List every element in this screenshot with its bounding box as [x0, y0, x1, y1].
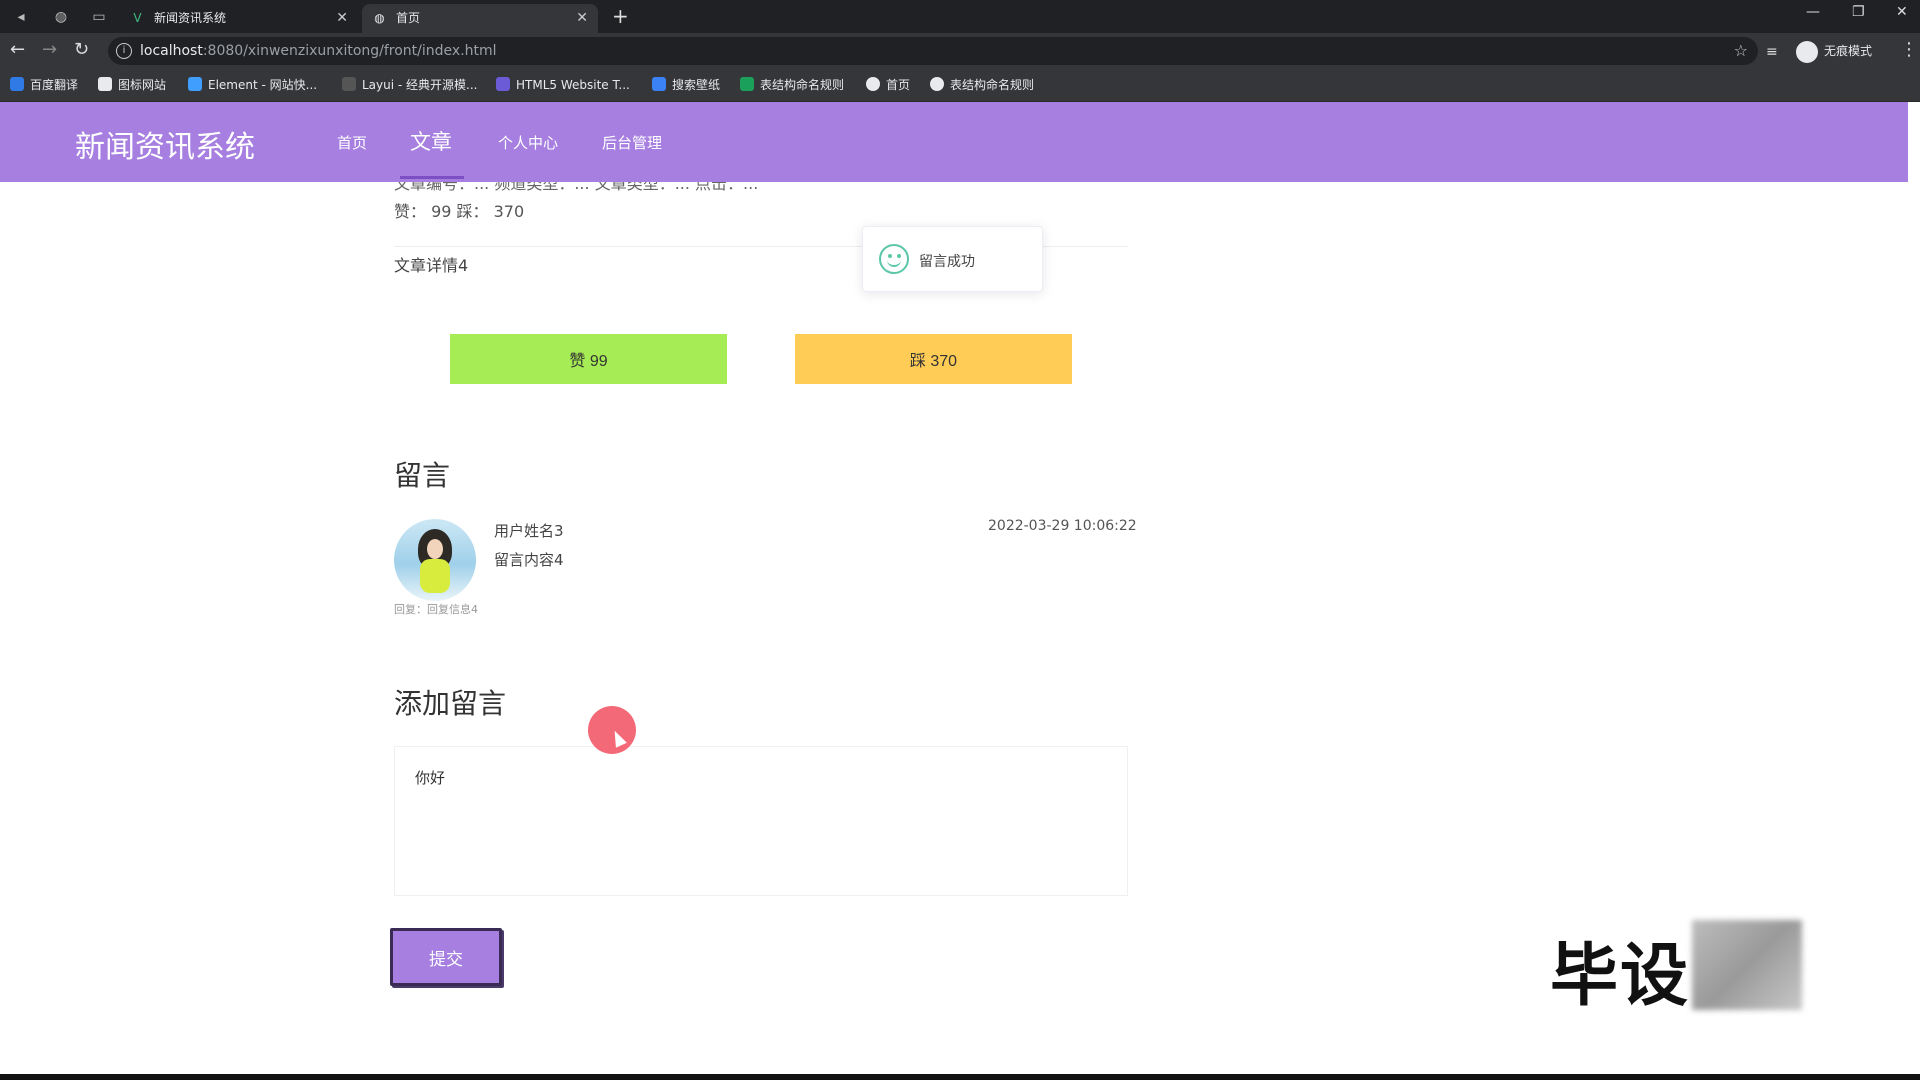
menu-icon[interactable]: ⋮ [1900, 41, 1918, 59]
incognito-icon [1796, 40, 1818, 63]
translate-icon [10, 77, 24, 91]
bookmarks-bar: 百度翻译 图标网站 Element - 网站快... Layui - 经典开源模… [0, 69, 1920, 102]
like-button[interactable]: 赞 99 [450, 334, 727, 384]
bookmark-star-icon[interactable]: ☆ [1734, 41, 1748, 60]
globe-icon [866, 77, 880, 91]
nav-home[interactable]: 首页 [337, 132, 367, 153]
reading-list-icon[interactable]: ≡ [1766, 43, 1778, 61]
smile-icon [879, 244, 909, 274]
submit-button[interactable]: 提交 [390, 928, 502, 986]
incognito-profile[interactable]: 无痕模式 [1796, 40, 1872, 63]
nav-active-underline [400, 176, 464, 179]
article-votes: 赞： 99 踩： 370 [394, 202, 525, 221]
url-input[interactable]: i localhost:8080/xinwenzixunxitong/front… [108, 37, 1758, 65]
nav-admin[interactable]: 后台管理 [602, 132, 662, 153]
add-comment-title: 添加留言 [394, 687, 507, 720]
close-icon[interactable]: ✕ [576, 4, 588, 33]
url-text: localhost:8080/xinwenzixunxitong/front/i… [140, 43, 497, 59]
nav-articles[interactable]: 文章 [410, 126, 452, 156]
reload-icon[interactable]: ↻ [74, 41, 89, 59]
table-icon [740, 77, 754, 91]
bookmark-item[interactable]: HTML5 Website T... [496, 77, 630, 93]
bookmark-item[interactable]: 首页 [866, 77, 910, 93]
dislike-button[interactable]: 踩 370 [795, 334, 1072, 384]
tab-home[interactable]: ◍ 首页 ✕ [362, 4, 598, 33]
restore-icon[interactable]: ❐ [1852, 4, 1865, 20]
address-bar: ← → ↻ i localhost:8080/xinwenzixunxitong… [0, 33, 1920, 69]
tab-news-system[interactable]: V 新闻资讯系统 ✕ [120, 4, 358, 33]
wallpaper-icon [652, 77, 666, 91]
globe-icon [930, 77, 944, 91]
bookmark-item[interactable]: 搜索壁纸 [652, 77, 720, 93]
layui-logo-icon [342, 77, 356, 91]
flag-icon [98, 77, 112, 91]
avatar [394, 519, 476, 601]
html5-icon [496, 77, 510, 91]
site-info-icon[interactable]: i [116, 43, 132, 59]
watermark: 毕设 [1550, 937, 1691, 1016]
tab-title: 首页 [396, 11, 421, 25]
comment-textarea[interactable]: 你好 [394, 746, 1128, 896]
nav-profile[interactable]: 个人中心 [498, 132, 558, 153]
bookmark-item[interactable]: Layui - 经典开源模... [342, 77, 477, 93]
browser-tab-bar: ◂ ◍ ▭ V 新闻资讯系统 ✕ ◍ 首页 ✕ + — ❐ ✕ [0, 0, 1920, 33]
site-brand[interactable]: 新闻资讯系统 [75, 122, 255, 166]
bookmark-item[interactable]: 表结构命名规则 [740, 77, 844, 93]
site-header: 新闻资讯系统 首页 文章 个人中心 后台管理 [0, 102, 1908, 182]
audio-icon[interactable]: ◂ [10, 6, 32, 28]
tab-title: 新闻资讯系统 [154, 11, 227, 25]
comment-content: 留言内容4 [494, 551, 564, 569]
comments-title: 留言 [394, 459, 451, 492]
close-icon[interactable]: ✕ [336, 4, 348, 33]
article-body: 文章详情4 [394, 256, 469, 275]
success-toast: 留言成功 [862, 226, 1043, 292]
bottom-edge [0, 1074, 1920, 1080]
window-icon[interactable]: ▭ [88, 6, 110, 28]
element-logo-icon [188, 77, 202, 91]
cursor-highlight [588, 706, 636, 754]
bookmark-item[interactable]: 图标网站 [98, 77, 166, 93]
new-tab-icon[interactable]: + [612, 5, 629, 27]
bookmark-item[interactable]: Element - 网站快... [188, 77, 317, 93]
comment-time: 2022-03-29 10:06:22 [988, 518, 1137, 534]
vue-logo-icon: V [133, 11, 142, 25]
comment-reply: 回复：回复信息4 [394, 603, 478, 616]
minimize-icon[interactable]: — [1806, 4, 1820, 20]
bookmark-item[interactable]: 表结构命名规则 [930, 77, 1034, 93]
globe-icon: ◍ [374, 11, 385, 25]
comment-author: 用户姓名3 [494, 522, 564, 540]
forward-icon[interactable]: → [42, 41, 57, 59]
toast-message: 留言成功 [919, 254, 975, 270]
globe-icon[interactable]: ◍ [50, 6, 72, 28]
back-icon[interactable]: ← [10, 41, 25, 59]
bookmark-item[interactable]: 百度翻译 [10, 77, 78, 93]
blurred-region [1692, 920, 1802, 1010]
page-content: 文章编号：... 频道类型：... 文章类型：... 点击：... 赞： 99 … [0, 102, 1908, 1074]
close-window-icon[interactable]: ✕ [1896, 4, 1908, 20]
